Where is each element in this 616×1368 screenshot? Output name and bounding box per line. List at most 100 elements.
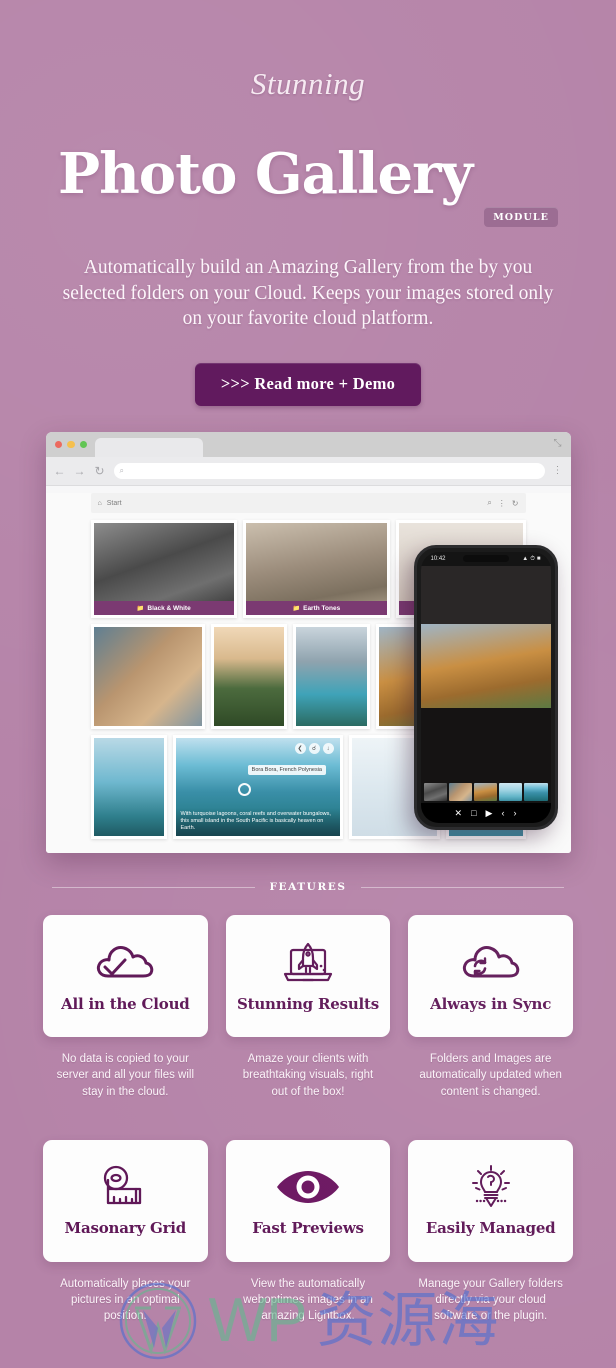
back-icon[interactable]: ← <box>54 465 66 477</box>
hero-script-line: Stunning <box>250 66 366 101</box>
search-icon: ⌕ <box>119 466 124 476</box>
phone-thumbnail[interactable] <box>473 783 498 802</box>
cta-wrapper: >>> Read more + Demo <box>0 363 616 407</box>
hotspot-marker[interactable] <box>237 783 251 797</box>
measuring-tape-icon <box>96 1164 154 1210</box>
browser-titlebar: ⤡ <box>45 432 571 458</box>
expand-icon[interactable]: ⤡ <box>554 439 562 449</box>
features-grid-row-1: All in the Cloud No data is copied to yo… <box>43 915 573 1111</box>
lightbox-caption: With turquoise lagoons, coral reefs and … <box>175 808 340 837</box>
feature-title: Masonary Grid <box>64 1219 187 1238</box>
home-icon[interactable]: ⌂ <box>98 500 102 507</box>
lightbox-image: ❮ ☌ ↓ Bora Bora, French Polynesia With t… <box>175 738 340 837</box>
features-divider: FEATURES <box>52 881 564 893</box>
next-icon[interactable]: › <box>513 808 516 818</box>
status-badge: MODULE <box>484 206 559 227</box>
feature-description: Folders and Images are automatically upd… <box>419 1053 562 1098</box>
features-heading: FEATURES <box>269 881 347 894</box>
cloud-check-icon <box>94 940 156 986</box>
phone-thumbnail[interactable] <box>499 783 523 802</box>
feature-card[interactable]: Masonary Grid <box>43 1139 208 1262</box>
breadcrumb[interactable]: ⌂ Start <box>98 500 122 507</box>
features-grid-row-2: Masonary Grid Automatically places your … <box>43 1139 573 1336</box>
phone-status-icons: ▲ ⏱ ■ <box>522 556 540 563</box>
photo-thumbnail <box>214 627 284 727</box>
browser-tab[interactable] <box>95 438 203 458</box>
feature-description: View the automatically weboptimes images… <box>243 1277 373 1323</box>
photo-tile[interactable] <box>90 735 167 840</box>
feature-description: Manage your Gallery folders directly via… <box>418 1277 563 1323</box>
forward-icon[interactable]: → <box>74 465 86 477</box>
phone-thumbnail[interactable] <box>524 783 548 802</box>
close-icon[interactable]: ✕ <box>455 808 463 819</box>
phone-thumbnail[interactable] <box>423 783 447 802</box>
phone-lightbox-backdrop <box>420 566 551 625</box>
product-mockup: ⤡ ← → ↻ ⌕ ⋮ ⌂ Start ⌕ ⋮ ↻ 📁 Black & Whit… <box>45 432 571 854</box>
hotspot-tooltip: Bora Bora, French Polynesia <box>247 765 326 776</box>
photo-tile[interactable] <box>292 624 370 730</box>
photo-tile[interactable] <box>90 624 206 730</box>
phone-notch <box>462 555 509 563</box>
read-more-demo-button[interactable]: >>> Read more + Demo <box>194 363 422 407</box>
phone-thumbnail[interactable] <box>448 783 472 802</box>
eye-icon <box>275 1164 341 1210</box>
browser-menu-icon[interactable]: ⋮ <box>553 466 563 476</box>
feature-item-all-in-the-cloud: All in the Cloud No data is copied to yo… <box>43 915 208 1111</box>
link-icon[interactable]: ☌ <box>308 743 320 755</box>
folder-name: Black & White <box>147 604 191 612</box>
play-icon[interactable]: ▶ <box>486 808 493 819</box>
folder-icon: 📁 <box>136 605 145 612</box>
lightbox-preview[interactable]: ❮ ☌ ↓ Bora Bora, French Polynesia With t… <box>172 735 343 840</box>
features-section: FEATURES All in the Cloud No data is cop… <box>0 881 616 1336</box>
feature-title: Easily Managed <box>425 1219 556 1238</box>
folder-label: 📁 Earth Tones <box>246 601 387 616</box>
folder-name: Earth Tones <box>303 604 341 612</box>
share-icon[interactable]: ❮ <box>294 743 306 755</box>
gallery-toolbar-actions[interactable]: ⌕ ⋮ ↻ <box>487 498 518 508</box>
phone-lightbox-image[interactable] <box>420 624 551 709</box>
folder-tile[interactable]: 📁 Black & White <box>90 520 238 619</box>
phone-clock: 10:42 <box>430 556 446 563</box>
feature-card[interactable]: Stunning Results <box>225 915 391 1038</box>
feature-item-fast-previews: Fast Previews View the automatically web… <box>225 1139 391 1336</box>
feature-description: No data is copied to your server and all… <box>56 1053 195 1098</box>
feature-card[interactable]: Easily Managed <box>408 1139 573 1262</box>
phone-status-bar: 10:42 ▲ ⏱ ■ <box>421 552 551 566</box>
breadcrumb-label[interactable]: Start <box>107 500 122 507</box>
photo-thumbnail <box>93 627 203 727</box>
laptop-rocket-icon <box>279 940 337 986</box>
feature-card[interactable]: Always in Sync <box>408 915 573 1038</box>
fullscreen-icon[interactable]: □ <box>471 808 476 818</box>
phone-screen: 10:42 ▲ ⏱ ■ ✕ □ ▶ ‹ › <box>420 552 551 824</box>
phone-thumbnail-strip[interactable] <box>421 783 551 803</box>
browser-toolbar: ← → ↻ ⌕ ⋮ <box>45 457 571 487</box>
maximize-window-icon[interactable] <box>79 440 87 449</box>
menu-icon[interactable]: ⋮ <box>498 499 506 508</box>
phone-mockup: 10:42 ▲ ⏱ ■ ✕ □ ▶ ‹ › <box>413 545 558 831</box>
feature-item-stunning-results: Stunning Results Amaze your clients with… <box>225 915 391 1111</box>
feature-item-masonary-grid: Masonary Grid Automatically places your … <box>43 1139 208 1336</box>
search-icon[interactable]: ⌕ <box>487 498 491 508</box>
address-bar[interactable]: ⌕ <box>113 463 545 480</box>
prev-icon[interactable]: ‹ <box>501 808 504 818</box>
feature-description: Automatically places your pictures in an… <box>60 1277 191 1323</box>
feature-title: Stunning Results <box>236 994 379 1013</box>
download-icon[interactable]: ↓ <box>322 743 334 755</box>
photo-tile[interactable] <box>211 624 287 730</box>
hero-section: Stunning Photo Gallery MODULE Automatica… <box>0 0 616 407</box>
minimize-window-icon[interactable] <box>67 440 75 449</box>
folder-tile[interactable]: 📁 Earth Tones <box>243 520 390 619</box>
window-controls[interactable] <box>54 440 87 449</box>
feature-card[interactable]: Fast Previews <box>225 1139 391 1262</box>
feature-description: Amaze your clients with breathtaking vis… <box>242 1053 374 1098</box>
hero-description: Automatically build an Amazing Gallery f… <box>62 256 554 330</box>
phone-lightbox-lower <box>420 708 551 784</box>
page-title: Photo Gallery <box>57 140 473 207</box>
reload-icon[interactable]: ↻ <box>94 465 106 477</box>
close-window-icon[interactable] <box>54 440 62 449</box>
refresh-icon[interactable]: ↻ <box>512 499 519 508</box>
phone-lightbox-controls[interactable]: ✕ □ ▶ ‹ › <box>420 803 551 824</box>
feature-card[interactable]: All in the Cloud <box>43 915 208 1038</box>
lightbox-actions[interactable]: ❮ ☌ ↓ <box>294 743 334 755</box>
cloud-sync-icon <box>460 940 522 986</box>
